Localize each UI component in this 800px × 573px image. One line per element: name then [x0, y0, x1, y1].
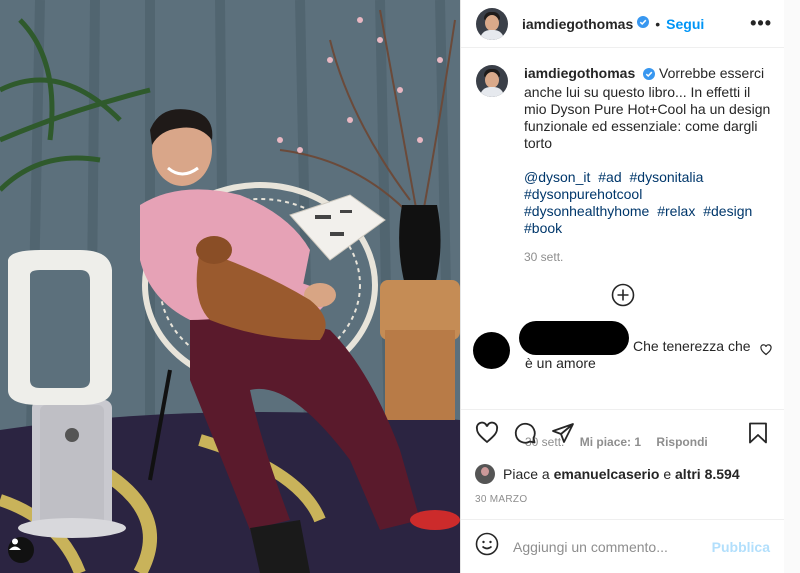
caption-username[interactable]: iamdiegothomas — [524, 65, 635, 81]
tag-link[interactable]: #design — [703, 203, 752, 219]
comment-input[interactable] — [513, 538, 703, 555]
caption-tags: @dyson_it #ad #dysonitalia #dysonpurehot… — [524, 169, 772, 237]
likes-summary: Piace a emanuelcaserio e altri 8.594 — [475, 464, 770, 484]
heart-icon[interactable] — [760, 343, 772, 361]
likes-prefix: Piace a — [503, 466, 550, 482]
add-comment-bar: Pubblica — [461, 519, 784, 573]
author-avatar[interactable] — [476, 7, 508, 40]
tag-link[interactable]: #dysonitalia — [630, 169, 704, 185]
verified-icon — [637, 15, 650, 33]
tag-link[interactable]: #relax — [657, 203, 695, 219]
caption-body: iamdiegothomas Vorrebbe esserci anche lu… — [524, 65, 772, 266]
caption: iamdiegothomas Vorrebbe esserci anche lu… — [476, 65, 772, 266]
post-header: iamdiegothomas • Segui ••• — [461, 0, 784, 48]
comment-icon[interactable] — [513, 421, 537, 450]
photo-illustration — [0, 0, 460, 573]
tag-link[interactable]: #book — [524, 220, 562, 236]
tag-link[interactable]: @dyson_it — [524, 169, 590, 185]
post-date: 30 MARZO — [475, 494, 528, 505]
post-panel: iamdiegothomas • Segui ••• iamdiegothoma… — [460, 0, 784, 573]
emoji-icon[interactable] — [475, 532, 499, 561]
commenter-avatar[interactable] — [473, 332, 510, 369]
author-username[interactable]: iamdiegothomas — [522, 16, 633, 32]
separator-dot: • — [655, 15, 661, 32]
tag-link[interactable]: #dysonpurehotcool — [524, 186, 642, 202]
tag-link[interactable]: #dysonhealthyhome — [524, 203, 649, 219]
share-icon[interactable] — [551, 421, 575, 450]
more-options-button[interactable]: ••• — [750, 13, 772, 34]
liker-username[interactable]: emanuelcaserio — [554, 466, 660, 482]
comment-text: Che tenerezza che è un amore — [525, 338, 751, 371]
post-photo[interactable] — [0, 0, 460, 573]
comments-section: iamdiegothomas Vorrebbe esserci anche lu… — [461, 49, 784, 449]
page-scroll-area — [784, 0, 800, 573]
liker-avatar[interactable] — [475, 464, 495, 484]
follow-button[interactable]: Segui — [666, 16, 704, 32]
caption-time: 30 sett. — [524, 250, 564, 264]
verified-icon — [643, 67, 656, 84]
actions-bar: Piace a emanuelcaserio e altri 8.594 30 … — [461, 409, 784, 505]
plus-circle-icon[interactable] — [611, 283, 635, 307]
tag-link[interactable]: #ad — [598, 169, 621, 185]
publish-button[interactable]: Pubblica — [712, 539, 770, 555]
caption-avatar[interactable] — [476, 65, 508, 97]
likes-count[interactable]: altri 8.594 — [675, 466, 740, 482]
tagged-users-icon[interactable] — [8, 537, 34, 563]
likes-connector: e — [663, 466, 672, 482]
bookmark-icon[interactable] — [746, 421, 770, 450]
heart-icon[interactable] — [475, 421, 499, 450]
action-icons — [475, 410, 770, 460]
